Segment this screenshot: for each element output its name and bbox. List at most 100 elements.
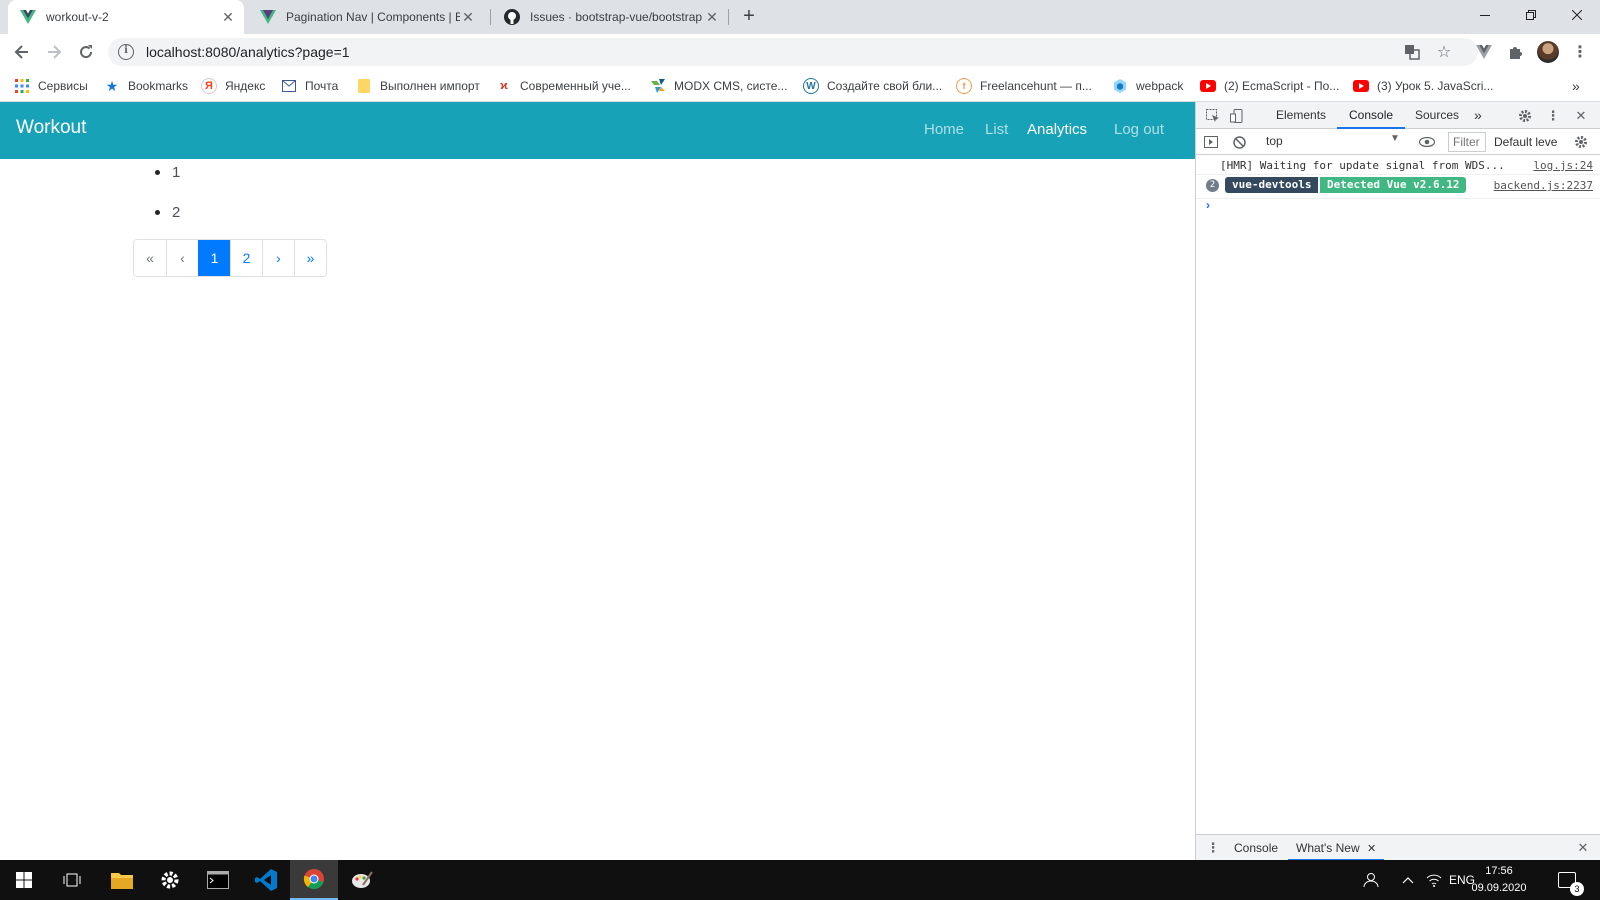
browser-tab-pagination-nav[interactable]: Pagination Nav | Components | B ✕ <box>248 0 484 34</box>
clear-console-icon[interactable] <box>1230 133 1248 151</box>
nav-home[interactable]: Home <box>924 121 964 138</box>
bookmark-star-button[interactable]: ☆ <box>1430 38 1458 66</box>
bookmark-imported[interactable]: Выполнен импорт <box>356 76 480 96</box>
pagination-last-button[interactable]: » <box>294 240 326 276</box>
chevron-down-icon[interactable]: ▼ <box>1390 133 1400 144</box>
task-view-button[interactable] <box>48 860 96 900</box>
minimize-button[interactable] <box>1462 0 1508 30</box>
drawer-tab-console[interactable]: Console <box>1234 835 1278 861</box>
browser-tab-issues[interactable]: Issues · bootstrap-vue/bootstrap ✕ <box>492 0 728 34</box>
console-message-source-link[interactable]: log.js:24 <box>1533 159 1593 172</box>
eye-icon[interactable] <box>1418 133 1436 151</box>
drawer-menu-icon[interactable]: ⋮ <box>1204 839 1222 857</box>
nav-log-out[interactable]: Log out <box>1114 121 1164 138</box>
url-input[interactable] <box>146 44 1346 60</box>
close-icon[interactable]: ✕ <box>1572 107 1590 125</box>
chevron-up-icon[interactable] <box>1402 860 1414 900</box>
puzzle-icon <box>1510 47 1522 59</box>
taskbar-vscode[interactable] <box>242 860 290 900</box>
yandex-icon: Я <box>201 78 217 94</box>
nav-analytics[interactable]: Analytics <box>1027 121 1087 138</box>
drawer-tab-label: What's New <box>1296 841 1360 855</box>
devtools-more-tabs-button[interactable]: » <box>1474 102 1482 129</box>
avatar <box>1537 41 1559 63</box>
inspect-element-icon[interactable] <box>1204 107 1222 125</box>
browser-tab-workout[interactable]: workout-v-2 ✕ <box>8 0 244 34</box>
list-item-text: 1 <box>172 163 181 181</box>
bookmark-yandex[interactable]: Я Яндекс <box>201 76 265 96</box>
pagination-prev-button[interactable]: ‹ <box>166 240 198 276</box>
vue-devtools-extension[interactable] <box>1470 38 1498 66</box>
bookmark-bookmarks[interactable]: ★ Bookmarks <box>104 76 188 96</box>
bookmark-webpack[interactable]: webpack <box>1112 76 1183 96</box>
taskbar-explorer[interactable] <box>98 860 146 900</box>
sidebar-toggle-icon[interactable] <box>1202 133 1220 151</box>
taskbar-terminal[interactable] <box>194 860 242 900</box>
devtools-tab-console[interactable]: Console <box>1337 102 1406 129</box>
devtools-tab-elements[interactable]: Elements <box>1276 102 1326 129</box>
console-prompt[interactable]: › <box>1206 198 1210 212</box>
reload-button[interactable] <box>72 38 100 66</box>
more-vertical-icon[interactable]: ⋮ <box>1544 107 1562 125</box>
bookmark-mail[interactable]: Почта <box>281 76 338 96</box>
restore-button[interactable] <box>1508 0 1554 30</box>
bookmark-freelancehunt[interactable]: f Freelancehunt — п... <box>956 76 1092 96</box>
info-icon[interactable]: i <box>118 44 134 60</box>
close-icon[interactable]: ✕ <box>220 9 236 25</box>
back-button[interactable] <box>8 38 36 66</box>
pagination-page-2[interactable]: 2 <box>230 240 262 276</box>
paint-icon <box>352 871 373 888</box>
close-icon[interactable]: ✕ <box>1367 843 1376 855</box>
devtools-drawer: ⋮ Console What's New ✕ ✕ <box>1196 834 1600 861</box>
system-clock[interactable]: 17:56 09.09.2020 <box>1464 863 1534 897</box>
console-message: [HMR] Waiting for update signal from WDS… <box>1196 155 1600 175</box>
context-selector[interactable]: top <box>1266 134 1283 148</box>
devtools-tab-sources[interactable]: Sources <box>1415 102 1459 129</box>
address-bar[interactable]: i <box>108 38 1478 66</box>
bookmark-services[interactable]: Сервисы <box>14 76 88 96</box>
translate-button[interactable] <box>1398 38 1426 66</box>
pagination-next-button[interactable]: › <box>262 240 294 276</box>
browser-toolbar: i ☆ ⋮ <box>0 34 1600 70</box>
list-item: 1 <box>155 162 180 182</box>
start-button[interactable] <box>0 860 48 900</box>
pagination-page-1[interactable]: 1 <box>198 240 230 276</box>
brand-logo[interactable]: Workout <box>16 117 86 139</box>
menu-button[interactable]: ⋮ <box>1566 38 1594 66</box>
log-levels-dropdown[interactable]: Default leve <box>1494 135 1560 149</box>
settings-gear-icon[interactable] <box>1516 107 1534 125</box>
notifications-button[interactable]: 3 <box>1558 860 1584 900</box>
taskbar-settings[interactable] <box>146 860 194 900</box>
vue-devtools-label: vue-devtools <box>1225 177 1319 193</box>
console-settings-gear-icon[interactable] <box>1572 133 1590 151</box>
repeat-count-badge: 2 <box>1206 179 1219 192</box>
close-icon[interactable]: ✕ <box>460 9 476 25</box>
bookmarks-overflow-button[interactable]: » <box>1572 76 1580 96</box>
bookmark-wordpress[interactable]: W Создайте свой бли... <box>803 76 942 96</box>
bookmark-ecmascript-video[interactable]: (2) EcmaScript - По... <box>1200 76 1339 96</box>
profile-button[interactable] <box>1534 38 1562 66</box>
extensions-button[interactable] <box>1502 38 1530 66</box>
wifi-icon[interactable] <box>1426 860 1442 900</box>
nav-list[interactable]: List <box>985 121 1008 138</box>
console-filter-input[interactable] <box>1448 132 1486 152</box>
new-tab-button[interactable]: + <box>738 6 760 28</box>
taskbar-paint[interactable] <box>338 860 386 900</box>
close-window-button[interactable] <box>1554 0 1600 30</box>
close-drawer-icon[interactable]: ✕ <box>1574 839 1592 857</box>
gear-icon <box>161 871 179 889</box>
drawer-tab-whats-new[interactable]: What's New ✕ <box>1288 835 1385 861</box>
forward-button[interactable] <box>40 38 68 66</box>
pagination-first-button[interactable]: « <box>134 240 166 276</box>
device-toolbar-icon[interactable] <box>1228 107 1246 125</box>
bookmark-js-lesson-video[interactable]: (3) Урок 5. JavaScri... <box>1353 76 1493 96</box>
people-icon[interactable] <box>1362 860 1380 900</box>
close-icon[interactable]: ✕ <box>704 9 720 25</box>
bookmark-modern-tutorial[interactable]: ϰ Современный уче... <box>496 76 631 96</box>
chrome-icon <box>303 869 324 889</box>
bookmark-modx[interactable]: MODX CMS, систе... <box>650 76 787 96</box>
console-message-source-link[interactable]: backend.js:2237 <box>1494 179 1593 192</box>
bookmark-label: Сервисы <box>38 79 88 93</box>
taskbar-chrome[interactable] <box>290 860 338 900</box>
arrow-right-icon <box>48 45 62 59</box>
